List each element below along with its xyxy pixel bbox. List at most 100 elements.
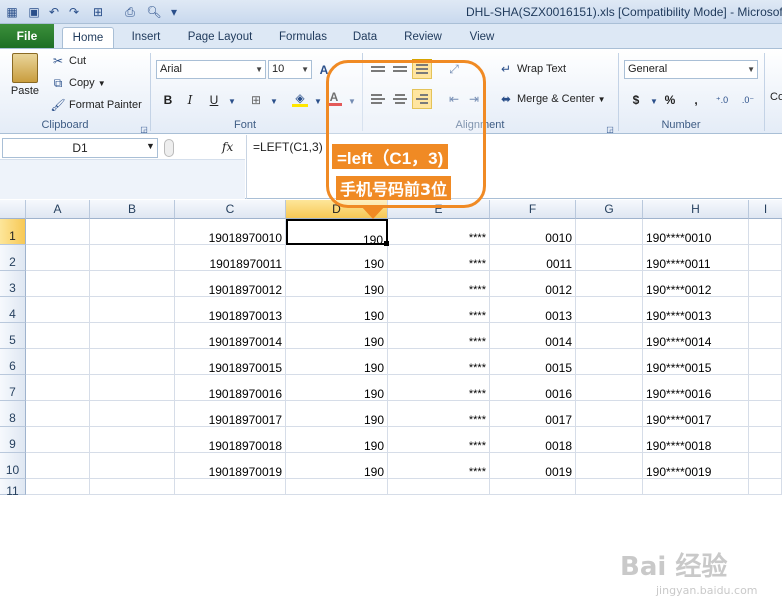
cell-f7[interactable]: 0016	[490, 375, 576, 401]
copy-button[interactable]: ⧉ Copy ▼	[50, 75, 106, 91]
tab-review[interactable]: Review	[396, 27, 450, 48]
row-header[interactable]: 3	[0, 271, 26, 297]
cell-d3[interactable]: 190	[286, 271, 388, 297]
cell-g7[interactable]	[576, 375, 643, 401]
worksheet-grid[interactable]: A B C D E F G H I 1 19018970010 190 **** 001…	[0, 200, 782, 498]
cell-e8[interactable]: ****	[388, 401, 490, 427]
cell-d2[interactable]: 190	[286, 245, 388, 271]
cell-b6[interactable]	[90, 349, 175, 375]
cell-a10[interactable]	[26, 453, 90, 479]
cell-e7[interactable]: ****	[388, 375, 490, 401]
cell-i9[interactable]	[749, 427, 782, 453]
cell-g4[interactable]	[576, 297, 643, 323]
cell-h4[interactable]: 190****0013	[643, 297, 749, 323]
tab-formulas[interactable]: Formulas	[272, 27, 334, 48]
underline-button[interactable]: U	[204, 90, 224, 110]
cell-h11[interactable]	[643, 479, 749, 495]
cell-b2[interactable]	[90, 245, 175, 271]
cell-a3[interactable]	[26, 271, 90, 297]
cell-i8[interactable]	[749, 401, 782, 427]
cell-h3[interactable]: 190****0012	[643, 271, 749, 297]
cell-i5[interactable]	[749, 323, 782, 349]
comma-button[interactable]: ,	[686, 90, 706, 110]
format-painter-button[interactable]: 🖌︎ Format Painter	[50, 97, 141, 113]
row-header[interactable]: 6	[0, 349, 26, 375]
cell-e11[interactable]	[388, 479, 490, 495]
row-header[interactable]: 11	[0, 479, 26, 498]
cell-c9[interactable]: 19018970018	[175, 427, 286, 453]
cell-f6[interactable]: 0015	[490, 349, 576, 375]
paste-button[interactable]: Paste	[8, 53, 42, 97]
cell-a7[interactable]	[26, 375, 90, 401]
cell-a9[interactable]	[26, 427, 90, 453]
cell-h9[interactable]: 190****0018	[643, 427, 749, 453]
cell-c2[interactable]: 19018970011	[175, 245, 286, 271]
number-format-combo[interactable]: General ▼	[624, 60, 758, 79]
cell-f10[interactable]: 0019	[490, 453, 576, 479]
active-cell-d1[interactable]: 190	[286, 219, 388, 245]
decrease-decimal-icon[interactable]: .0⁻	[740, 92, 756, 108]
cell-c1[interactable]: 19018970010	[175, 219, 286, 245]
column-header[interactable]: A	[26, 200, 90, 219]
cell-g9[interactable]	[576, 427, 643, 453]
cell-a2[interactable]	[26, 245, 90, 271]
cut-button[interactable]: ✂ Cut	[50, 53, 86, 69]
tab-file[interactable]: File	[0, 24, 54, 48]
currency-button[interactable]: $	[626, 90, 646, 110]
cell-c8[interactable]: 19018970017	[175, 401, 286, 427]
fill-color-icon[interactable]: ◈	[292, 91, 308, 107]
chevron-down-icon[interactable]: ▼	[310, 93, 326, 109]
cell-g8[interactable]	[576, 401, 643, 427]
cell-b11[interactable]	[90, 479, 175, 495]
cell-f9[interactable]: 0018	[490, 427, 576, 453]
cell-c6[interactable]: 19018970015	[175, 349, 286, 375]
cell-c4[interactable]: 19018970013	[175, 297, 286, 323]
quick-access-icon[interactable]: ⊞	[90, 4, 106, 20]
cell-i3[interactable]	[749, 271, 782, 297]
cell-b7[interactable]	[90, 375, 175, 401]
merge-center-button[interactable]: ⬌ Merge & Center ▼	[498, 91, 606, 107]
tab-insert[interactable]: Insert	[120, 27, 172, 48]
cell-g2[interactable]	[576, 245, 643, 271]
cell-g10[interactable]	[576, 453, 643, 479]
cell-d4[interactable]: 190	[286, 297, 388, 323]
cell-e5[interactable]: ****	[388, 323, 490, 349]
styles-partial-button[interactable]: Co	[770, 91, 782, 103]
cell-e10[interactable]: ****	[388, 453, 490, 479]
cell-h1[interactable]: 190****0010	[643, 219, 749, 245]
formula-bar-resize-handle[interactable]	[164, 139, 174, 157]
column-header[interactable]: F	[490, 200, 576, 219]
insert-function-icon[interactable]: fx	[222, 140, 233, 154]
bold-button[interactable]: B	[158, 90, 178, 110]
name-box[interactable]: D1	[2, 138, 158, 158]
percent-button[interactable]: %	[660, 90, 680, 110]
cell-e6[interactable]: ****	[388, 349, 490, 375]
borders-icon[interactable]: ⊞	[248, 92, 264, 108]
cell-b5[interactable]	[90, 323, 175, 349]
cell-g5[interactable]	[576, 323, 643, 349]
print-preview-icon[interactable]: 🔍︎	[146, 4, 162, 20]
row-header[interactable]: 10	[0, 453, 26, 479]
font-name-combo[interactable]: Arial ▼	[156, 60, 266, 79]
print-icon[interactable]: ⎙	[122, 4, 138, 20]
cell-g3[interactable]	[576, 271, 643, 297]
cell-a8[interactable]	[26, 401, 90, 427]
undo-icon[interactable]: ↶	[46, 4, 62, 20]
cell-h2[interactable]: 190****0011	[643, 245, 749, 271]
excel-logo-icon[interactable]: ▦	[4, 4, 20, 20]
fill-handle[interactable]	[384, 241, 389, 246]
tab-page-layout[interactable]: Page Layout	[180, 27, 260, 48]
cell-c7[interactable]: 19018970016	[175, 375, 286, 401]
cell-h5[interactable]: 190****0014	[643, 323, 749, 349]
redo-icon[interactable]: ↷	[66, 4, 82, 20]
chevron-down-icon[interactable]: ▼	[266, 93, 282, 109]
cell-b3[interactable]	[90, 271, 175, 297]
save-icon[interactable]: ▣	[26, 4, 42, 20]
cell-c5[interactable]: 19018970014	[175, 323, 286, 349]
cell-h8[interactable]: 190****0017	[643, 401, 749, 427]
customize-toolbar-icon[interactable]: ▾	[166, 4, 182, 20]
cell-g11[interactable]	[576, 479, 643, 495]
cell-b9[interactable]	[90, 427, 175, 453]
cell-e9[interactable]: ****	[388, 427, 490, 453]
row-header[interactable]: 9	[0, 427, 26, 453]
